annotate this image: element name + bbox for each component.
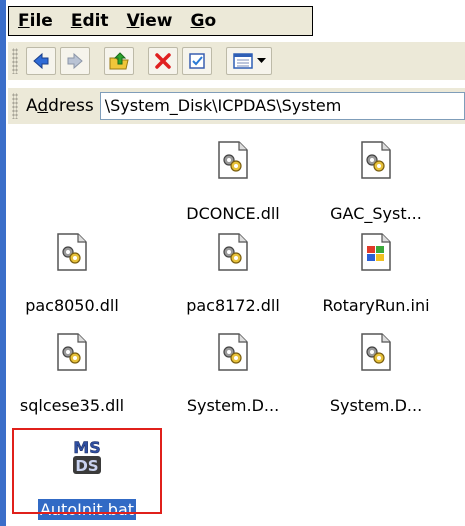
chevron-down-icon <box>257 58 266 63</box>
address-label: Address <box>26 96 94 116</box>
file-name-label: System.D... <box>186 396 280 415</box>
properties-button[interactable] <box>182 47 212 75</box>
file-name-label: sqlcese35.dll <box>19 396 125 415</box>
up-folder-button[interactable] <box>104 47 134 75</box>
menu-file[interactable]: File <box>9 11 62 31</box>
file-name-label: pac8172.dll <box>186 296 280 315</box>
file-item[interactable]: DCONCE.dll <box>158 140 308 224</box>
forward-button[interactable] <box>60 47 90 75</box>
address-bar-grip[interactable] <box>12 93 18 119</box>
menu-bar: File Edit View Go <box>8 6 313 36</box>
back-icon <box>33 52 49 70</box>
toolbar <box>8 42 465 80</box>
file-item[interactable]: pac8050.dll <box>0 232 147 316</box>
properties-icon <box>189 53 205 69</box>
file-item[interactable]: GAC_Syst... <box>301 140 451 224</box>
back-button[interactable] <box>26 47 56 75</box>
toolbar-grip[interactable] <box>12 48 18 74</box>
address-input[interactable]: \System_Disk\ICPDAS\System <box>99 92 465 120</box>
dll-file-icon <box>57 333 87 371</box>
dll-file-icon <box>218 141 248 179</box>
menu-view[interactable]: View <box>118 11 182 31</box>
file-item[interactable]: System.D... <box>301 332 451 416</box>
dll-file-icon <box>57 233 87 271</box>
dll-file-icon <box>218 333 248 371</box>
file-name-label: RotaryRun.ini <box>322 296 430 315</box>
views-icon <box>233 53 253 69</box>
delete-icon <box>155 53 171 69</box>
file-item[interactable]: sqlcese35.dll <box>0 332 147 416</box>
dll-file-icon <box>361 333 391 371</box>
file-name-label: System.D... <box>329 396 423 415</box>
highlight-frame <box>12 428 162 514</box>
address-bar: Address \System_Disk\ICPDAS\System <box>8 88 465 124</box>
file-item[interactable]: RotaryRun.ini <box>301 232 451 316</box>
dll-file-icon <box>218 233 248 271</box>
file-name-label: pac8050.dll <box>25 296 119 315</box>
menu-go[interactable]: Go <box>181 11 225 31</box>
up-folder-icon <box>109 52 129 70</box>
file-name-label: DCONCE.dll <box>186 204 280 223</box>
file-item[interactable]: System.D... <box>158 332 308 416</box>
menu-edit[interactable]: Edit <box>62 11 118 31</box>
file-item[interactable]: pac8172.dll <box>158 232 308 316</box>
views-button[interactable] <box>226 47 272 75</box>
forward-icon <box>67 52 83 70</box>
delete-button[interactable] <box>148 47 178 75</box>
file-name-label: GAC_Syst... <box>330 204 422 223</box>
dll-file-icon <box>361 141 391 179</box>
ini-file-icon <box>361 233 391 271</box>
